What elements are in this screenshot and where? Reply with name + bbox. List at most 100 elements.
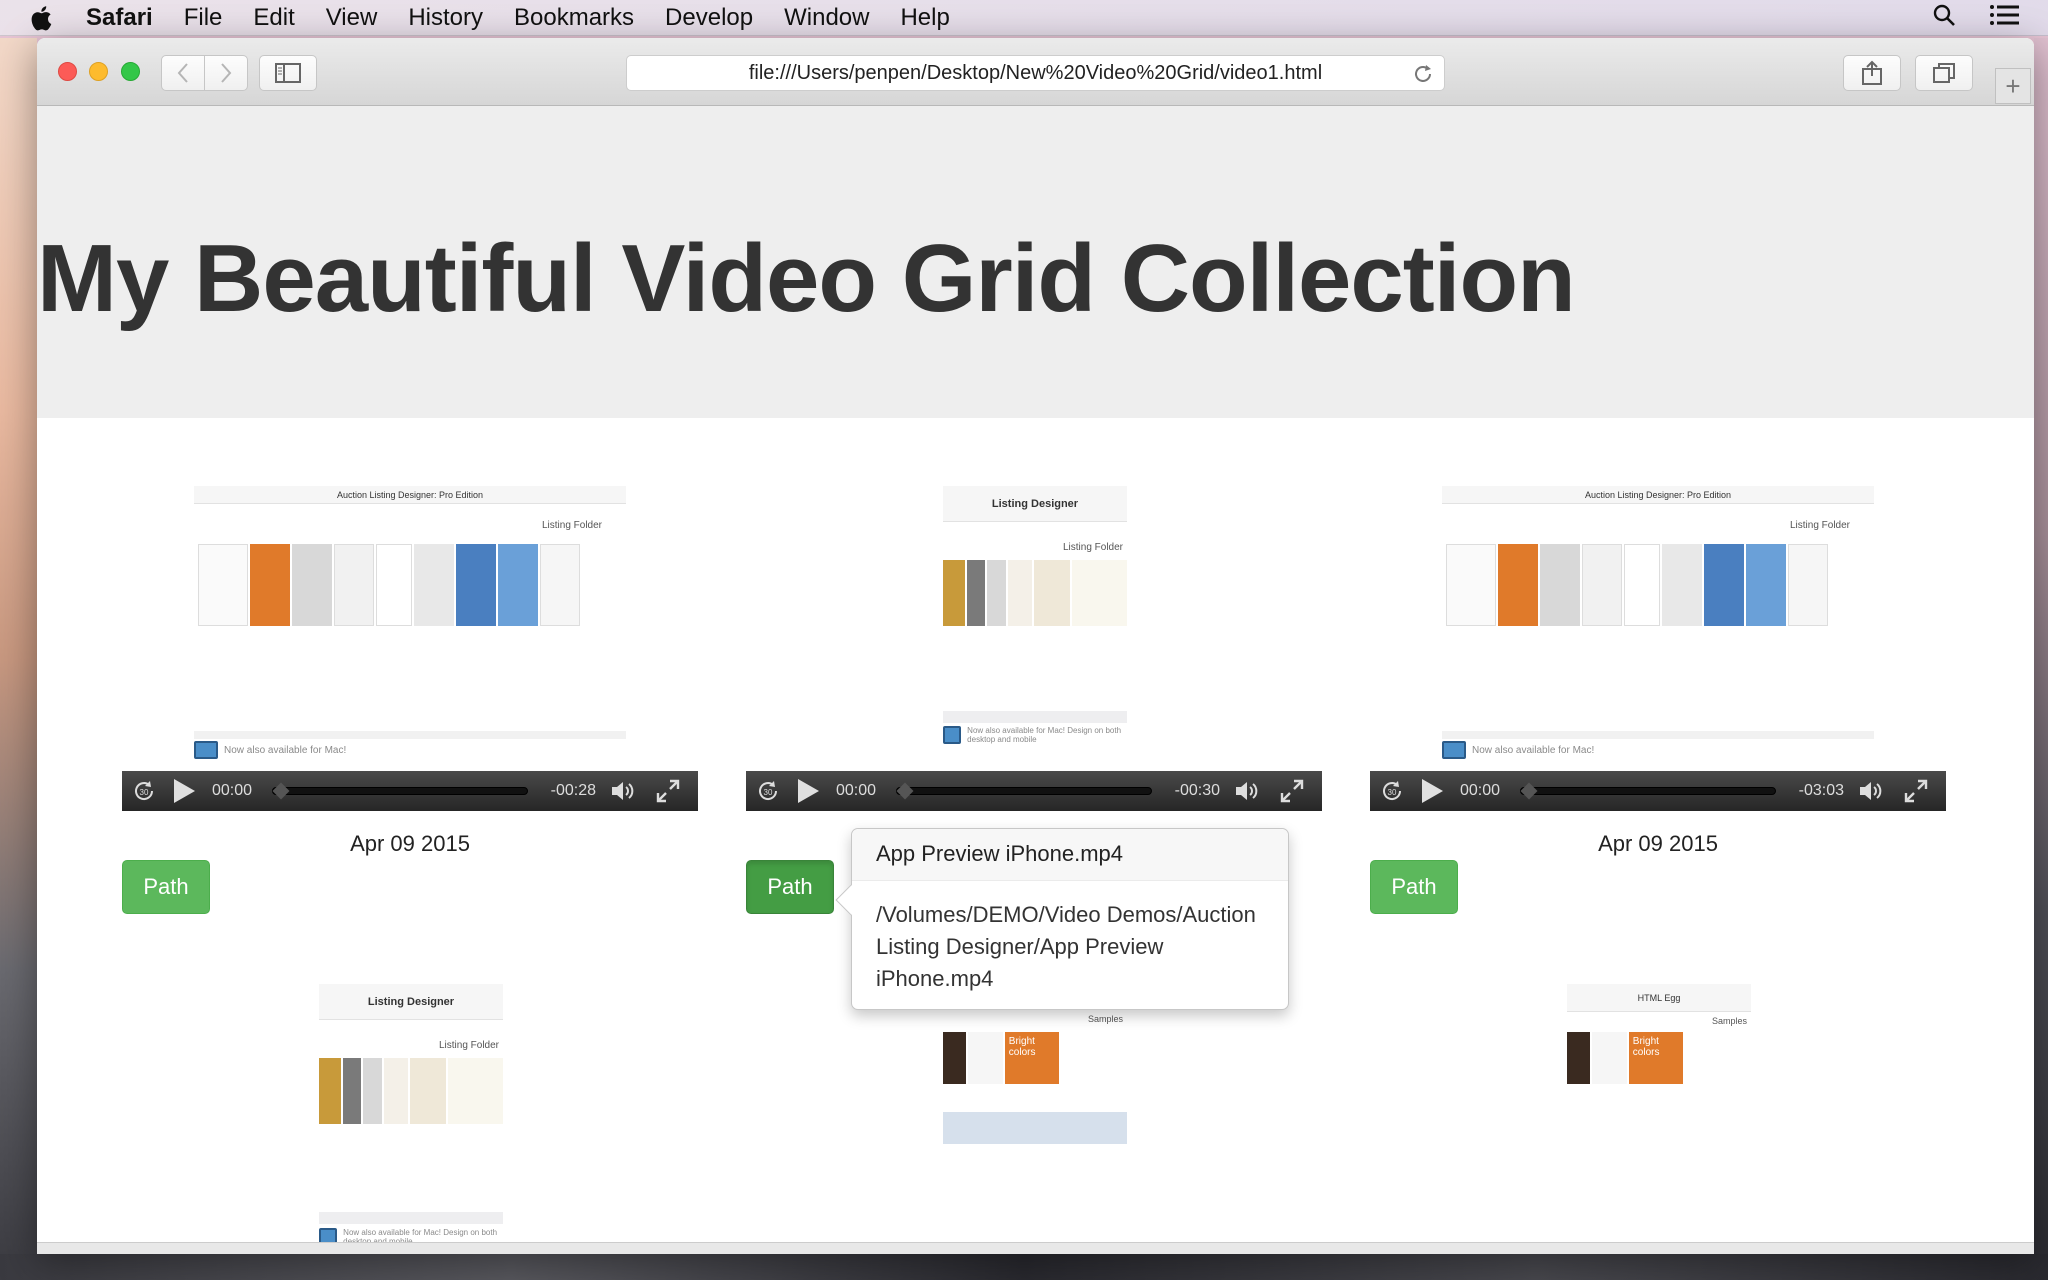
fullscreen-icon[interactable] xyxy=(656,779,680,803)
volume-icon[interactable] xyxy=(1858,780,1884,802)
thumbnail-title: Listing Designer xyxy=(319,984,503,1020)
menu-help[interactable]: Help xyxy=(900,4,949,32)
fullscreen-icon[interactable] xyxy=(1904,779,1928,803)
seek-slider[interactable] xyxy=(1520,782,1776,800)
seek-slider[interactable] xyxy=(896,782,1152,800)
thumbnail-strip xyxy=(1446,544,1866,626)
menu-window[interactable]: Window xyxy=(784,4,869,32)
thumbnail-folder-label: Listing Folder xyxy=(1062,542,1123,553)
show-all-tabs-button[interactable] xyxy=(1915,55,1973,91)
mac-icon xyxy=(1442,741,1466,759)
jumbotron: My Beautiful Video Grid Collection xyxy=(37,106,2034,418)
video-thumbnail: Auction Listing Designer: Pro Edition Li… xyxy=(194,486,626,636)
rewind-30-icon[interactable]: 30 xyxy=(132,779,156,803)
thumbnail-folder-label: Listing Folder xyxy=(541,520,602,531)
thumbnail-footer: Now also available for Mac! xyxy=(194,731,626,759)
thumbnail-title: Auction Listing Designer: Pro Edition xyxy=(1442,486,1874,504)
menu-safari[interactable]: Safari xyxy=(86,4,153,32)
path-button[interactable]: Path xyxy=(122,860,210,914)
rewind-30-icon[interactable]: 30 xyxy=(1380,779,1404,803)
seek-knob[interactable] xyxy=(272,782,290,800)
video-thumbnail: Listing Designer Listing Folder xyxy=(943,486,1127,631)
thumbnail-divider xyxy=(319,1212,503,1224)
thumbnail-divider xyxy=(943,711,1127,723)
video-card: Auction Listing Designer: Pro Edition Li… xyxy=(1370,486,1946,914)
menu-develop[interactable]: Develop xyxy=(665,4,753,32)
seek-knob[interactable] xyxy=(1520,782,1538,800)
thumbnail-title: Listing Designer xyxy=(943,486,1127,522)
video-controls: 30 00:00 -03:03 xyxy=(1370,771,1946,811)
thumbnail-strip: Bright colors xyxy=(1567,1032,1683,1084)
video-controls: 30 00:00 -00:28 xyxy=(122,771,698,811)
share-icon xyxy=(1862,60,1882,85)
path-button[interactable]: Path xyxy=(1370,860,1458,914)
path-button[interactable]: Path xyxy=(746,860,834,914)
sidebar-icon xyxy=(275,63,301,83)
video-date: Apr 09 2015 xyxy=(1598,831,1718,856)
address-bar[interactable]: file:///Users/penpen/Desktop/New%20Video… xyxy=(626,55,1445,91)
url-text[interactable]: file:///Users/penpen/Desktop/New%20Video… xyxy=(749,62,1322,85)
play-icon[interactable] xyxy=(172,778,196,804)
desktop-background-left xyxy=(0,38,37,1280)
volume-icon[interactable] xyxy=(1234,780,1260,802)
notification-center-icon[interactable] xyxy=(1990,4,2020,33)
safari-window: file:///Users/penpen/Desktop/New%20Video… xyxy=(37,38,2034,1254)
show-sidebar-button[interactable] xyxy=(259,55,317,91)
thumbnail-strip: Bright colors xyxy=(943,1032,1059,1084)
video-player[interactable]: Auction Listing Designer: Pro Edition Li… xyxy=(1370,486,1946,811)
video-thumbnail[interactable]: Listing Designer Listing Folder Now also… xyxy=(319,984,503,1246)
reload-icon[interactable] xyxy=(1412,63,1434,85)
thumbnail-badge: Bright colors xyxy=(1628,1032,1683,1084)
svg-text:30: 30 xyxy=(764,788,773,797)
chevron-left-icon xyxy=(177,63,188,83)
chevron-right-icon xyxy=(221,63,232,83)
volume-icon[interactable] xyxy=(610,780,636,802)
video-thumbnail[interactable]: Samples Bright colors xyxy=(943,1014,1127,1144)
thumbnail-footer: Now also available for Mac! xyxy=(1442,731,1874,759)
play-icon[interactable] xyxy=(1420,778,1444,804)
close-window-button[interactable] xyxy=(58,62,77,81)
thumbnail-title: HTML Egg xyxy=(1567,984,1751,1012)
mac-icon xyxy=(194,741,218,759)
video-thumbnail: Auction Listing Designer: Pro Edition Li… xyxy=(1442,486,1874,636)
thumbnail-footer-text: Now also available for Mac! xyxy=(1472,744,1595,756)
thumbnail-footer: Now also available for Mac! Design on bo… xyxy=(943,726,1127,744)
video-player[interactable]: Listing Designer Listing Folder Now also… xyxy=(746,486,1322,811)
menu-view[interactable]: View xyxy=(326,4,378,32)
thumbnail-folder-label: Listing Folder xyxy=(438,1040,499,1051)
spotlight-search-icon[interactable] xyxy=(1932,3,1956,34)
seek-slider[interactable] xyxy=(272,782,528,800)
rewind-30-icon[interactable]: 30 xyxy=(756,779,780,803)
svg-text:30: 30 xyxy=(140,788,149,797)
video-thumbnail[interactable]: HTML Egg Samples Bright colors xyxy=(1567,984,1751,1084)
video-controls: 30 00:00 -00:30 xyxy=(746,771,1322,811)
share-button[interactable] xyxy=(1843,55,1901,91)
fullscreen-icon[interactable] xyxy=(1280,779,1304,803)
remaining-time: -03:03 xyxy=(1798,782,1844,799)
seek-knob[interactable] xyxy=(896,782,914,800)
play-icon[interactable] xyxy=(796,778,820,804)
menu-edit[interactable]: Edit xyxy=(253,4,294,32)
apple-menu-icon[interactable] xyxy=(30,5,60,31)
zoom-window-button[interactable] xyxy=(121,62,140,81)
back-button[interactable] xyxy=(161,55,205,91)
thumbnail-block xyxy=(943,1112,1127,1144)
menu-history[interactable]: History xyxy=(408,4,483,32)
popover-title: App Preview iPhone.mp4 xyxy=(852,829,1288,881)
menu-file[interactable]: File xyxy=(184,4,223,32)
video-player[interactable]: Auction Listing Designer: Pro Edition Li… xyxy=(122,486,698,811)
remaining-time: -00:28 xyxy=(550,782,596,799)
forward-button[interactable] xyxy=(204,55,248,91)
video-card: Listing Designer Listing Folder Now also… xyxy=(746,486,1322,914)
thumbnail-strip xyxy=(319,1058,503,1124)
thumbnail-folder-label: Samples xyxy=(1711,1016,1747,1026)
minimize-window-button[interactable] xyxy=(89,62,108,81)
new-tab-button[interactable]: + xyxy=(1995,68,2031,104)
path-popover: App Preview iPhone.mp4 /Volumes/DEMO/Vid… xyxy=(835,828,1289,1010)
remaining-time: -00:30 xyxy=(1174,782,1220,799)
mac-icon xyxy=(943,726,962,744)
web-page: My Beautiful Video Grid Collection Aucti… xyxy=(37,106,2034,1254)
current-time: 00:00 xyxy=(1460,782,1501,799)
menu-bookmarks[interactable]: Bookmarks xyxy=(514,4,634,32)
tabs-overview-icon xyxy=(1933,63,1955,83)
